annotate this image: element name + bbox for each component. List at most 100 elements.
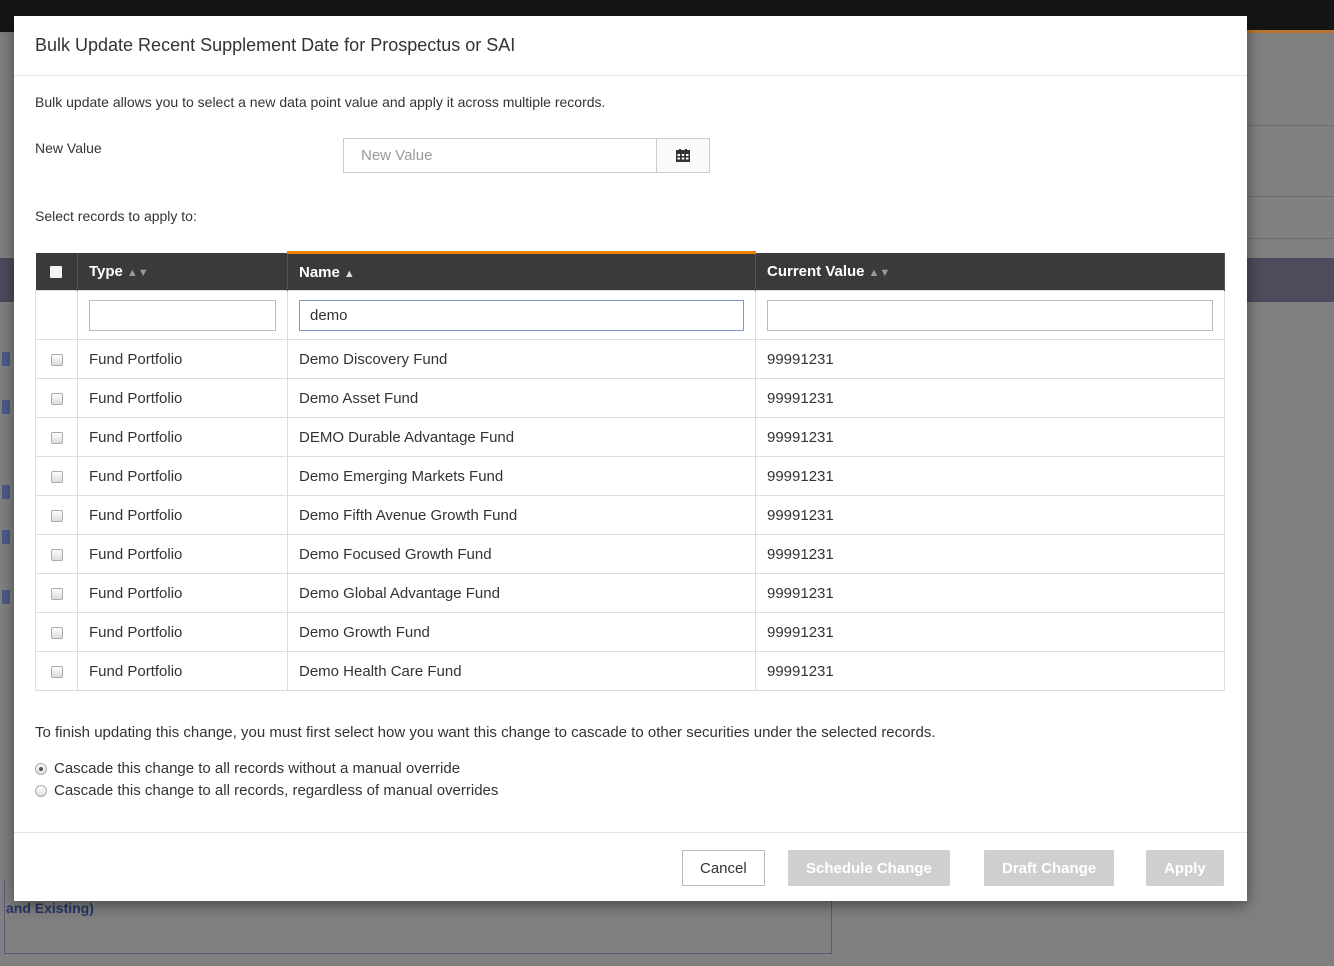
- cascade-note: To finish updating this change, you must…: [35, 724, 936, 741]
- cell-current-value: 99991231: [755, 534, 1225, 574]
- select-all-cell[interactable]: [35, 252, 78, 291]
- cell-name: Demo Focused Growth Fund: [287, 534, 756, 574]
- row-checkbox-cell[interactable]: [35, 378, 78, 418]
- row-checkbox-cell[interactable]: [35, 651, 78, 691]
- draft-change-button[interactable]: Draft Change: [984, 850, 1115, 886]
- row-checkbox[interactable]: [50, 470, 63, 483]
- filter-cell: [287, 290, 756, 340]
- cell-current-value: 99991231: [755, 651, 1225, 691]
- table-header-row: Type ▲▼ Name ▲ Current Value ▲▼: [35, 251, 1225, 291]
- cell-name: Demo Health Care Fund: [287, 651, 756, 691]
- bg-link: and Existing): [6, 900, 94, 916]
- row-checkbox-cell[interactable]: [35, 339, 78, 379]
- cell-type: Fund Portfolio: [77, 378, 288, 418]
- cascade-option-without-override[interactable]: Cascade this change to all records witho…: [35, 760, 460, 777]
- column-header-current-value[interactable]: Current Value ▲▼: [755, 252, 1225, 291]
- column-header-type[interactable]: Type ▲▼: [77, 252, 288, 291]
- cell-type: Fund Portfolio: [77, 339, 288, 379]
- table-row[interactable]: Fund Portfolio Demo Fifth Avenue Growth F…: [35, 495, 1225, 535]
- cell-name: Demo Growth Fund: [287, 612, 756, 652]
- table-row[interactable]: Fund Portfolio Demo Global Advantage Fund…: [35, 573, 1225, 613]
- cell-type: Fund Portfolio: [77, 573, 288, 613]
- table-row[interactable]: Fund Portfolio Demo Emerging Markets Fund…: [35, 456, 1225, 496]
- select-records-label: Select records to apply to:: [35, 208, 197, 224]
- bg-divider: [1248, 238, 1334, 239]
- row-checkbox-cell[interactable]: [35, 456, 78, 496]
- apply-button[interactable]: Apply: [1146, 850, 1224, 886]
- row-checkbox-cell[interactable]: [35, 495, 78, 535]
- cell-name: DEMO Durable Advantage Fund: [287, 417, 756, 457]
- column-label: Name: [299, 263, 340, 281]
- bg-text-fragment: [2, 400, 10, 414]
- cell-type: Fund Portfolio: [77, 417, 288, 457]
- row-checkbox-cell[interactable]: [35, 573, 78, 613]
- select-all-checkbox[interactable]: [50, 265, 63, 278]
- schedule-change-button[interactable]: Schedule Change: [788, 850, 950, 886]
- cell-type: Fund Portfolio: [77, 495, 288, 535]
- modal-description: Bulk update allows you to select a new d…: [35, 94, 606, 110]
- filter-cell-empty: [35, 290, 78, 340]
- cell-type: Fund Portfolio: [77, 612, 288, 652]
- cell-current-value: 99991231: [755, 495, 1225, 535]
- radio-button[interactable]: [35, 784, 47, 797]
- sort-icon: ▲▼: [868, 266, 891, 279]
- cell-current-value: 99991231: [755, 573, 1225, 613]
- row-checkbox-cell[interactable]: [35, 612, 78, 652]
- cascade-option-regardless[interactable]: Cascade this change to all records, rega…: [35, 782, 498, 799]
- modal-footer: Cancel Schedule Change Draft Change Appl…: [14, 832, 1247, 901]
- bg-text-fragment: [2, 352, 10, 366]
- row-checkbox[interactable]: [50, 431, 63, 444]
- cell-type: Fund Portfolio: [77, 651, 288, 691]
- column-label: Type: [89, 262, 123, 280]
- bulk-update-modal: Bulk Update Recent Supplement Date for P…: [14, 16, 1247, 901]
- calendar-icon: [676, 149, 690, 162]
- cell-type: Fund Portfolio: [77, 534, 288, 574]
- type-filter-input[interactable]: [89, 299, 276, 331]
- table-row[interactable]: Fund Portfolio Demo Health Care Fund 99991…: [35, 651, 1225, 691]
- table-row[interactable]: Fund Portfolio Demo Discovery Fund 9999123…: [35, 339, 1225, 379]
- row-checkbox-cell[interactable]: [35, 534, 78, 574]
- new-value-input[interactable]: [343, 138, 656, 173]
- modal-title: Bulk Update Recent Supplement Date for P…: [35, 35, 516, 55]
- row-checkbox[interactable]: [50, 587, 63, 600]
- sort-ascending-icon: ▲: [343, 267, 355, 280]
- table-row[interactable]: Fund Portfolio Demo Growth Fund 99991231: [35, 612, 1225, 652]
- new-value-group: [343, 138, 710, 173]
- cell-current-value: 99991231: [755, 378, 1225, 418]
- sort-icon: ▲▼: [126, 266, 149, 279]
- filter-cell: [755, 290, 1225, 340]
- row-checkbox[interactable]: [50, 392, 63, 405]
- cell-current-value: 99991231: [755, 417, 1225, 457]
- radio-button-selected[interactable]: [35, 762, 47, 775]
- table-row[interactable]: Fund Portfolio DEMO Durable Advantage Fun…: [35, 417, 1225, 457]
- current-value-filter-input[interactable]: [767, 299, 1213, 331]
- row-checkbox[interactable]: [50, 509, 63, 522]
- row-checkbox-cell[interactable]: [35, 417, 78, 457]
- cell-current-value: 99991231: [755, 612, 1225, 652]
- bg-divider: [1248, 196, 1334, 197]
- filter-row: [35, 290, 1225, 340]
- bg-text-fragment: [2, 485, 10, 499]
- cell-name: Demo Global Advantage Fund: [287, 573, 756, 613]
- table-row[interactable]: Fund Portfolio Demo Focused Growth Fund 99…: [35, 534, 1225, 574]
- modal-header: Bulk Update Recent Supplement Date for P…: [14, 16, 1247, 76]
- row-checkbox[interactable]: [50, 626, 63, 639]
- bg-text-fragment: [2, 590, 10, 604]
- row-checkbox[interactable]: [50, 353, 63, 366]
- cell-current-value: 99991231: [755, 456, 1225, 496]
- table-row[interactable]: Fund Portfolio Demo Asset Fund 99991231: [35, 378, 1225, 418]
- cell-type: Fund Portfolio: [77, 456, 288, 496]
- new-value-label: New Value: [35, 140, 102, 156]
- column-header-name[interactable]: Name ▲: [287, 251, 756, 291]
- radio-label: Cascade this change to all records, rega…: [54, 782, 499, 799]
- row-checkbox[interactable]: [50, 665, 63, 678]
- cell-name: Demo Fifth Avenue Growth Fund: [287, 495, 756, 535]
- cell-name: Demo Asset Fund: [287, 378, 756, 418]
- cell-name: Demo Emerging Markets Fund: [287, 456, 756, 496]
- row-checkbox[interactable]: [50, 548, 63, 561]
- calendar-button[interactable]: [656, 138, 710, 173]
- bg-divider: [1248, 125, 1334, 126]
- name-filter-input[interactable]: [299, 299, 744, 331]
- cancel-button[interactable]: Cancel: [682, 850, 765, 886]
- cell-current-value: 99991231: [755, 339, 1225, 379]
